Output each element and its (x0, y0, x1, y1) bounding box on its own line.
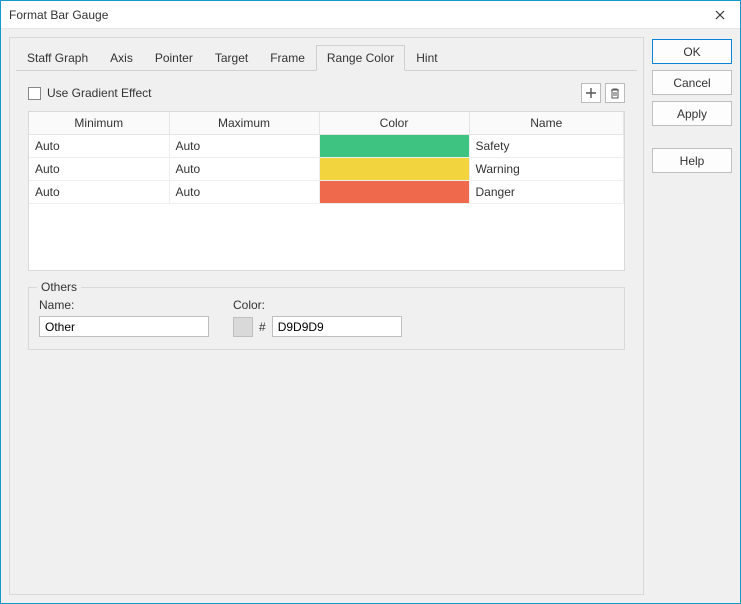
color-swatch (320, 181, 469, 203)
use-gradient-label: Use Gradient Effect (47, 86, 152, 100)
options-row: Use Gradient Effect (28, 83, 625, 103)
table-row[interactable]: Auto Auto Danger (29, 181, 624, 204)
cancel-button[interactable]: Cancel (652, 70, 732, 95)
others-name-field: Name: (39, 298, 209, 337)
cell-color[interactable] (319, 181, 469, 204)
others-color-hex-input[interactable] (272, 316, 402, 337)
others-name-label: Name: (39, 298, 209, 312)
table-row[interactable]: Auto Auto Safety (29, 135, 624, 158)
tab-strip: Staff Graph Axis Pointer Target Frame Ra… (10, 38, 643, 70)
table-header-row: Minimum Maximum Color Name (29, 112, 624, 135)
delete-row-button[interactable] (605, 83, 625, 103)
tab-hint[interactable]: Hint (405, 45, 448, 71)
table-toolbar (581, 83, 625, 103)
tab-axis[interactable]: Axis (99, 45, 144, 71)
col-header-maximum[interactable]: Maximum (169, 112, 319, 135)
tab-target[interactable]: Target (204, 45, 259, 71)
cell-name[interactable]: Danger (469, 181, 624, 204)
apply-button[interactable]: Apply (652, 101, 732, 126)
others-legend: Others (37, 280, 81, 294)
tab-range-color[interactable]: Range Color (316, 45, 405, 71)
cell-name[interactable]: Warning (469, 158, 624, 181)
cell-color[interactable] (319, 158, 469, 181)
others-color-label: Color: (233, 298, 402, 312)
dialog-window: Format Bar Gauge Staff Graph Axis Pointe… (0, 0, 741, 604)
dialog-body: Staff Graph Axis Pointer Target Frame Ra… (1, 29, 740, 603)
cell-minimum[interactable]: Auto (29, 135, 169, 158)
close-button[interactable] (706, 5, 734, 25)
tab-staff-graph[interactable]: Staff Graph (16, 45, 99, 71)
others-name-input[interactable] (39, 316, 209, 337)
close-icon (715, 10, 725, 20)
cell-maximum[interactable]: Auto (169, 135, 319, 158)
use-gradient-checkbox[interactable]: Use Gradient Effect (28, 86, 152, 100)
ok-button[interactable]: OK (652, 39, 732, 64)
range-table: Minimum Maximum Color Name Auto Auto (28, 111, 625, 271)
col-header-minimum[interactable]: Minimum (29, 112, 169, 135)
tab-frame[interactable]: Frame (259, 45, 316, 71)
table-row[interactable]: Auto Auto Warning (29, 158, 624, 181)
color-swatch (320, 135, 469, 157)
hash-label: # (259, 320, 266, 334)
checkbox-box (28, 87, 41, 100)
cell-name[interactable]: Safety (469, 135, 624, 158)
tab-panel-range-color: Use Gradient Effect (16, 70, 637, 588)
cell-minimum[interactable]: Auto (29, 158, 169, 181)
color-swatch (320, 158, 469, 180)
others-group: Others Name: Color: # (28, 287, 625, 350)
trash-icon (609, 87, 621, 99)
cell-minimum[interactable]: Auto (29, 181, 169, 204)
others-color-field: Color: # (233, 298, 402, 337)
col-header-color[interactable]: Color (319, 112, 469, 135)
plus-icon (585, 87, 597, 99)
window-title: Format Bar Gauge (9, 8, 706, 22)
tab-pointer[interactable]: Pointer (144, 45, 204, 71)
cell-color[interactable] (319, 135, 469, 158)
titlebar: Format Bar Gauge (1, 1, 740, 29)
col-header-name[interactable]: Name (469, 112, 624, 135)
cell-maximum[interactable]: Auto (169, 181, 319, 204)
button-column: OK Cancel Apply Help (652, 37, 732, 595)
cell-maximum[interactable]: Auto (169, 158, 319, 181)
others-color-swatch[interactable] (233, 317, 253, 337)
help-button[interactable]: Help (652, 148, 732, 173)
content-panel: Staff Graph Axis Pointer Target Frame Ra… (9, 37, 644, 595)
add-row-button[interactable] (581, 83, 601, 103)
